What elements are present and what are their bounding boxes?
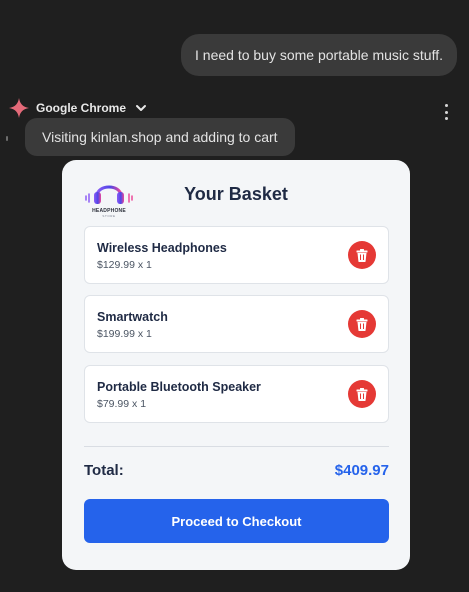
divider — [84, 446, 389, 447]
chrome-agent-panel: I need to buy some portable music stuff.… — [0, 0, 469, 592]
user-message-bubble: I need to buy some portable music stuff. — [181, 34, 457, 76]
trash-icon — [356, 317, 368, 331]
item-price: $79.99 x 1 — [97, 398, 147, 410]
checkout-button-label: Proceed to Checkout — [171, 513, 302, 529]
delete-item-button[interactable] — [348, 310, 376, 338]
user-message-text: I need to buy some portable music stuff. — [195, 47, 443, 63]
agent-name: Google Chrome — [36, 101, 127, 115]
basket-item: Wireless Headphones $129.99 x 1 — [84, 226, 389, 284]
chevron-down-icon[interactable] — [134, 101, 148, 115]
thread-line — [6, 136, 8, 141]
trash-icon — [356, 248, 368, 262]
item-name: Wireless Headphones — [97, 241, 227, 255]
basket-card: HEADPHONE STORE Your Basket Wireless Hea… — [62, 160, 410, 570]
checkout-button[interactable]: Proceed to Checkout — [84, 499, 389, 543]
item-name: Portable Bluetooth Speaker — [97, 380, 261, 394]
item-name: Smartwatch — [97, 310, 168, 324]
basket-header: HEADPHONE STORE Your Basket — [62, 160, 410, 225]
logo-subtext: STORE — [102, 214, 116, 218]
sparkle-icon — [8, 97, 30, 119]
basket-title: Your Basket — [184, 184, 288, 204]
trash-icon — [356, 387, 368, 401]
item-price: $199.99 x 1 — [97, 328, 152, 340]
agent-header[interactable]: Google Chrome — [8, 97, 148, 119]
more-vert-icon[interactable] — [443, 104, 449, 120]
total-value: $409.97 — [334, 462, 389, 479]
item-price: $129.99 x 1 — [97, 259, 152, 271]
delete-item-button[interactable] — [348, 380, 376, 408]
agent-status-text: Visiting kinlan.shop and adding to cart — [42, 129, 278, 145]
total-label: Total: — [84, 462, 124, 479]
basket-item: Portable Bluetooth Speaker $79.99 x 1 — [84, 365, 389, 423]
delete-item-button[interactable] — [348, 241, 376, 269]
agent-status-pill: Visiting kinlan.shop and adding to cart — [25, 118, 295, 156]
basket-item: Smartwatch $199.99 x 1 — [84, 295, 389, 353]
